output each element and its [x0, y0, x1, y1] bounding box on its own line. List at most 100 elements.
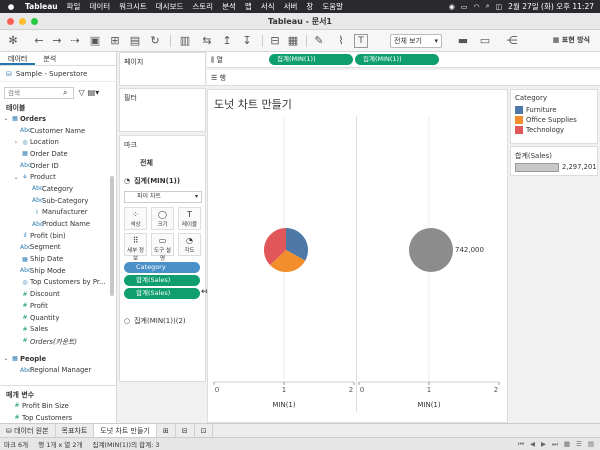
- first-page-icon[interactable]: ⏮: [518, 440, 524, 449]
- field-item[interactable]: Abc Order ID: [0, 160, 116, 172]
- list-view-icon[interactable]: ☰: [576, 440, 582, 449]
- pill-category[interactable]: Category: [124, 262, 200, 273]
- grid-view-icon[interactable]: ▦: [564, 440, 570, 449]
- menu-worksheet[interactable]: 워크시트: [119, 1, 147, 12]
- field-item[interactable]: ◎ Top Customers by Pr...: [0, 277, 116, 289]
- record-icon[interactable]: ◉: [449, 3, 455, 11]
- new-story-icon[interactable]: ⊡: [195, 423, 214, 438]
- label-icon[interactable]: ▦: [286, 34, 300, 48]
- mark-button[interactable]: T 레이블: [178, 207, 201, 230]
- menu-server[interactable]: 서버: [284, 1, 298, 12]
- menu-map[interactable]: 맵: [245, 1, 252, 12]
- battery-icon[interactable]: ▭: [461, 3, 468, 11]
- show-cards-icon[interactable]: ▬: [456, 34, 470, 48]
- redo-arrow-icon[interactable]: ⇢: [68, 34, 82, 48]
- param-profit-bin-size[interactable]: # Profit Bin Size: [0, 400, 116, 412]
- field-item[interactable]: Abc Segment: [0, 242, 116, 254]
- tab-sheet-donut[interactable]: 도넛 차트 만들기: [94, 423, 157, 438]
- last-page-icon[interactable]: ⏭: [552, 440, 558, 449]
- datasource-item[interactable]: ⛁ Sample - Superstore: [0, 66, 116, 82]
- highlight-icon[interactable]: ✎: [312, 34, 326, 48]
- menu-data[interactable]: 데이터: [89, 1, 110, 12]
- zoom-window-button[interactable]: [31, 18, 38, 25]
- prev-page-icon[interactable]: ◀: [530, 440, 535, 449]
- field-item[interactable]: Abc Category: [0, 183, 116, 195]
- filters-shelf[interactable]: 필터: [119, 88, 206, 132]
- field-item[interactable]: # Discount: [0, 288, 116, 300]
- control-center-icon[interactable]: ◫: [496, 3, 503, 11]
- mark-button[interactable]: ⠿ 세부 정보: [124, 233, 147, 262]
- mark-button[interactable]: ▭ 도구 설명: [151, 233, 174, 262]
- field-regional-manager[interactable]: Abc Regional Manager: [0, 364, 116, 376]
- new-sheet-icon[interactable]: ⊞: [157, 423, 176, 438]
- field-item[interactable]: # Orders(카운트): [0, 335, 116, 347]
- tab-data[interactable]: 데이터: [0, 52, 36, 65]
- marks-layer-1[interactable]: ◔ 집계(MIN(1)): [120, 174, 205, 188]
- field-item[interactable]: ▦ Ship Date: [0, 253, 116, 265]
- field-item[interactable]: Abc Sub-Category: [0, 195, 116, 207]
- rows-shelf[interactable]: ☰ 행: [207, 70, 600, 86]
- col-pill-2[interactable]: 집계(MIN(1)): [355, 54, 439, 65]
- mark-button[interactable]: ◯ 크기: [151, 207, 174, 230]
- marks-layer-2[interactable]: ○ 집계(MIN(1))(2): [120, 314, 186, 328]
- legend-item[interactable]: Technology: [511, 125, 597, 135]
- menu-file[interactable]: 파일: [67, 1, 81, 12]
- field-item[interactable]: ⌇ Manufacturer: [0, 207, 116, 219]
- pill-sales-angle[interactable]: 합계(Sales): [124, 275, 200, 286]
- pages-shelf[interactable]: 페이지: [119, 52, 206, 86]
- pill-sales-size[interactable]: 합계(Sales): [124, 288, 200, 299]
- mark-button[interactable]: ◔ 각도: [178, 233, 201, 256]
- menu-dashboard[interactable]: 대시보드: [156, 1, 184, 12]
- field-item[interactable]: Abc Customer Name: [0, 125, 116, 137]
- field-item[interactable]: ⌄ ⚘ Product: [0, 171, 116, 183]
- table-people[interactable]: ⌄ ▦ People: [0, 353, 116, 365]
- chart-icon[interactable]: ▥: [178, 34, 192, 48]
- field-item[interactable]: # Sales: [0, 323, 116, 335]
- field-item[interactable]: # Profit: [0, 300, 116, 312]
- sort-asc-icon[interactable]: ↥: [220, 34, 234, 48]
- legend-item[interactable]: Furniture: [511, 105, 597, 115]
- swap-icon[interactable]: ⇆: [200, 34, 214, 48]
- columns-shelf[interactable]: ⫼ 열 집계(MIN(1)) 집계(MIN(1)): [207, 52, 600, 68]
- refresh-icon[interactable]: ↻: [148, 34, 162, 48]
- new-dashboard-icon[interactable]: ⊟: [176, 423, 195, 438]
- save-icon[interactable]: ▣: [88, 34, 102, 48]
- chevron-icon[interactable]: ⌄: [12, 174, 20, 181]
- param-top-customers[interactable]: # Top Customers: [0, 412, 116, 424]
- next-page-icon[interactable]: ▶: [541, 440, 546, 449]
- menu-app[interactable]: Tableau: [25, 2, 58, 11]
- scrollbar[interactable]: [110, 176, 114, 296]
- search-icon[interactable]: ⌕: [486, 2, 490, 11]
- menu-analysis[interactable]: 분석: [222, 1, 236, 12]
- menu-format[interactable]: 서식: [261, 1, 275, 12]
- field-item[interactable]: Abc Product Name: [0, 218, 116, 230]
- field-item[interactable]: ıl Profit (bin): [0, 230, 116, 242]
- mark-button[interactable]: ⁘ 색상: [124, 207, 147, 230]
- new-sheet-icon[interactable]: ▤: [128, 34, 142, 48]
- field-item[interactable]: ▦ Order Date: [0, 148, 116, 160]
- search-icon[interactable]: ⌕: [63, 88, 67, 98]
- field-item[interactable]: # Quantity: [0, 312, 116, 324]
- view-options-icon[interactable]: ▤▾: [88, 88, 100, 97]
- wifi-icon[interactable]: ◠: [474, 3, 480, 11]
- apple-icon[interactable]: ●: [6, 2, 16, 11]
- redo-icon[interactable]: →: [50, 34, 64, 48]
- text-format-icon[interactable]: T: [354, 34, 368, 48]
- chevron-icon[interactable]: ›: [12, 139, 20, 146]
- menu-story[interactable]: 스토리: [192, 1, 213, 12]
- group-icon[interactable]: ⊟: [268, 34, 282, 48]
- undo-icon[interactable]: ←: [32, 34, 46, 48]
- filter-icon[interactable]: ▽: [78, 88, 84, 97]
- minimize-window-button[interactable]: [19, 18, 26, 25]
- chevron-down-icon[interactable]: ⌄: [2, 115, 10, 122]
- presentation-icon[interactable]: ▭: [478, 34, 492, 48]
- share-icon[interactable]: ⋲: [505, 34, 519, 48]
- tab-datasource[interactable]: ⛁ 데이터 원본: [0, 423, 56, 438]
- sort-desc-icon[interactable]: ↧: [240, 34, 254, 48]
- field-item[interactable]: Abc Ship Mode: [0, 265, 116, 277]
- table-orders[interactable]: ⌄ ▦ Orders: [0, 113, 116, 125]
- mark-type-select[interactable]: 파이 차트 ▾: [124, 191, 202, 203]
- add-datasource-icon[interactable]: ⊞: [108, 34, 122, 48]
- film-view-icon[interactable]: ▤: [588, 440, 594, 449]
- tab-analysis[interactable]: 분석: [35, 52, 64, 65]
